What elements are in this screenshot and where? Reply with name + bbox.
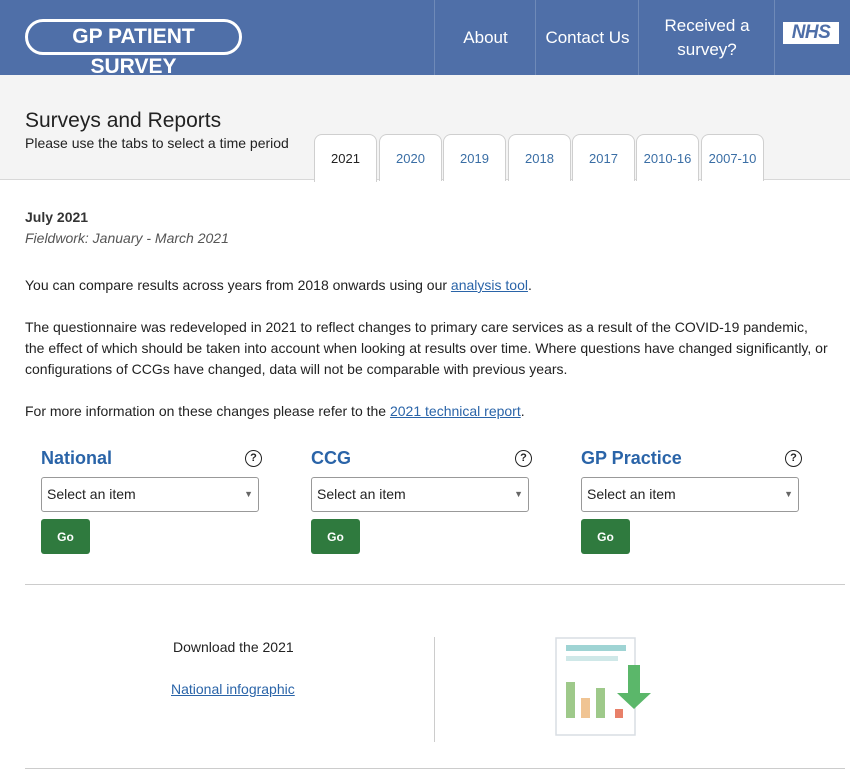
national-help-icon[interactable]: ? <box>245 450 262 467</box>
gp-practice-select[interactable]: Select an item ▼ <box>581 477 799 512</box>
nav-about[interactable]: About <box>434 0 536 75</box>
national-title: National <box>41 448 113 468</box>
ccg-select-value: Select an item <box>317 486 406 502</box>
nhs-logo-container[interactable]: NHS <box>774 0 850 75</box>
more-info-paragraph: For more information on these changes pl… <box>25 401 850 422</box>
national-select[interactable]: Select an item ▼ <box>41 477 259 512</box>
redeveloped-line-3: configurations of CCGs have changed, dat… <box>25 361 568 377</box>
tab-2010-16[interactable]: 2010-16 <box>636 134 699 181</box>
ccg-select[interactable]: Select an item ▼ <box>311 477 529 512</box>
chevron-down-icon: ▼ <box>514 489 523 499</box>
vertical-divider <box>434 637 435 742</box>
national-infographic-link[interactable]: National infographic <box>171 681 295 697</box>
compare-text-end: . <box>527 277 532 293</box>
page-title: Surveys and Reports <box>25 109 222 132</box>
tab-2021[interactable]: 2021 <box>314 134 377 182</box>
more-info-text-end: . <box>520 403 525 419</box>
chevron-down-icon: ▼ <box>784 489 793 499</box>
gp-patient-survey-logo[interactable]: GP PATIENT SURVEY <box>25 19 242 78</box>
compare-text: You can compare results across years fro… <box>25 277 451 293</box>
download-text: Download the 2021 <box>173 639 294 655</box>
release-date: July 2021 <box>25 209 89 225</box>
analysis-tool-link[interactable]: analysis tool <box>451 277 528 293</box>
chevron-down-icon: ▼ <box>244 489 253 499</box>
compare-paragraph: You can compare results across years fro… <box>25 275 850 296</box>
more-info-text: For more information on these changes pl… <box>25 403 390 419</box>
infographic-download-icon[interactable] <box>555 637 660 742</box>
tab-2019[interactable]: 2019 <box>443 134 506 181</box>
nav-received-a-survey[interactable]: Received a survey? <box>638 0 775 75</box>
national-go-button[interactable]: Go <box>41 519 90 554</box>
tab-2020[interactable]: 2020 <box>379 134 442 181</box>
nav-contact-us[interactable]: Contact Us <box>535 0 639 75</box>
ccg-help-icon[interactable]: ? <box>515 450 532 467</box>
site-header: GP PATIENT SURVEY About Contact Us Recei… <box>0 0 850 78</box>
ccg-title: CCG <box>311 448 351 468</box>
page-subtitle: Please use the tabs to select a time per… <box>25 135 289 151</box>
bottom-divider <box>25 768 845 769</box>
redeveloped-line-1: The questionnaire was redeveloped in 202… <box>25 319 808 335</box>
redeveloped-line-2: the effect of which should be taken into… <box>25 340 828 356</box>
tab-2007-10[interactable]: 2007-10 <box>701 134 764 181</box>
nhs-logo: NHS <box>783 22 839 44</box>
gp-practice-title: GP Practice <box>581 448 682 468</box>
national-select-value: Select an item <box>47 486 136 502</box>
technical-report-link[interactable]: 2021 technical report <box>390 403 521 419</box>
nav-received-line1: Received a <box>664 15 750 35</box>
nav-received-line2: survey? <box>677 39 737 59</box>
ccg-go-button[interactable]: Go <box>311 519 360 554</box>
tab-2018[interactable]: 2018 <box>508 134 571 181</box>
tab-2017[interactable]: 2017 <box>572 134 635 181</box>
divider <box>25 584 845 585</box>
gp-practice-go-button[interactable]: Go <box>581 519 630 554</box>
gp-practice-select-value: Select an item <box>587 486 676 502</box>
fieldwork-period: Fieldwork: January - March 2021 <box>25 230 229 246</box>
redeveloped-paragraph: The questionnaire was redeveloped in 202… <box>25 317 850 380</box>
gp-practice-help-icon[interactable]: ? <box>785 450 802 467</box>
